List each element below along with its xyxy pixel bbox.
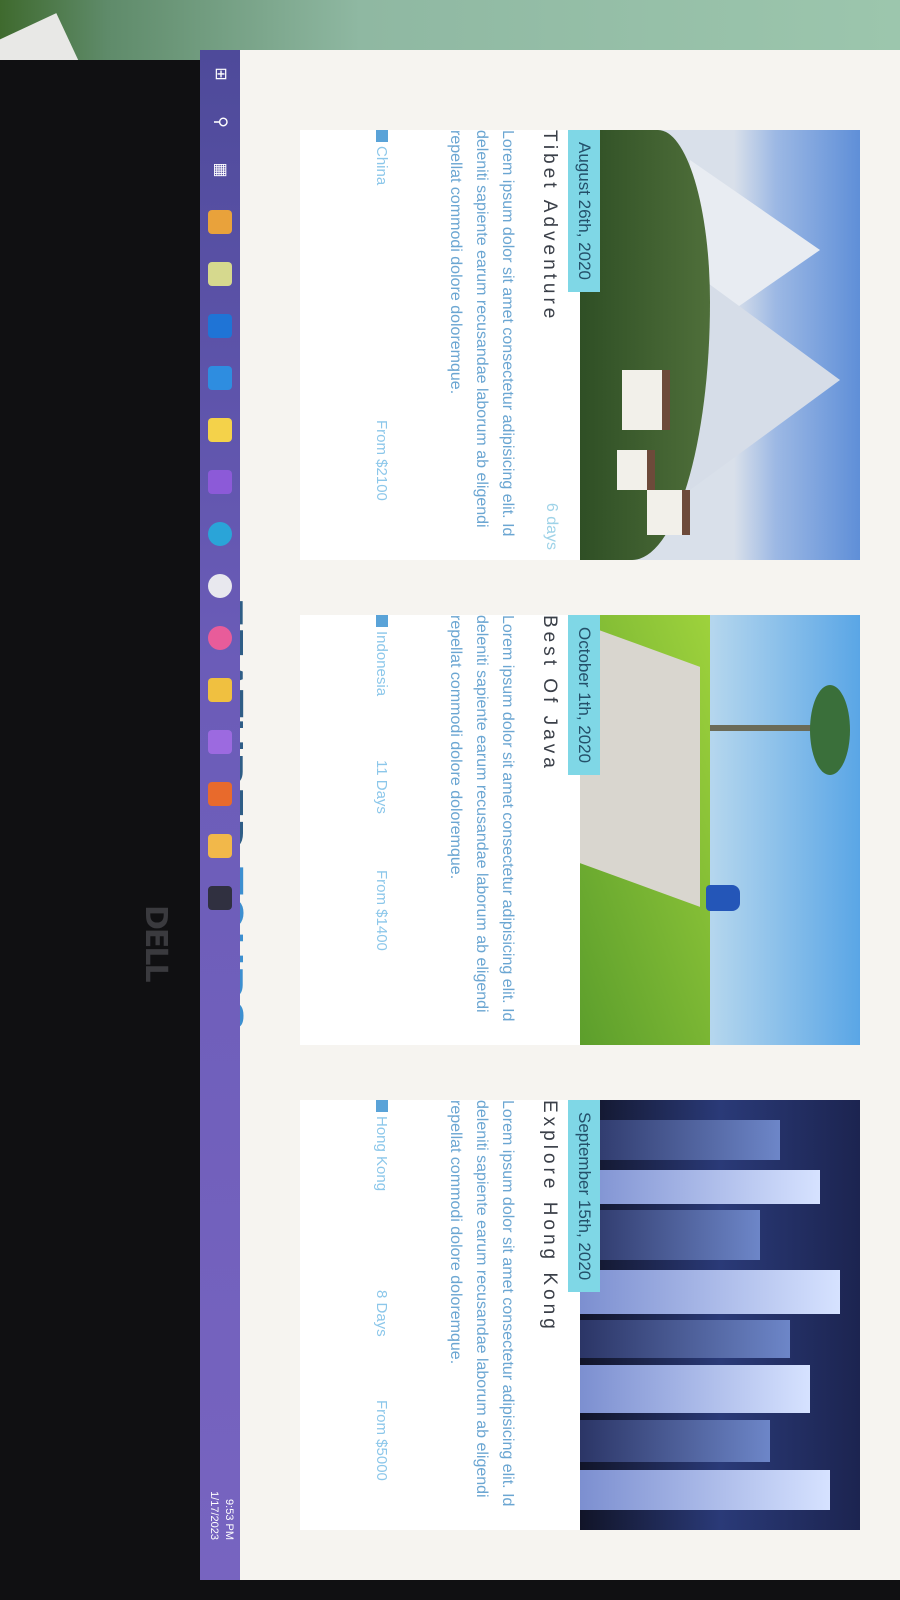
- visual-studio-code-insiders-icon[interactable]: [208, 730, 232, 754]
- tour-duration: 8 Days: [373, 1290, 390, 1337]
- office-icon[interactable]: [208, 782, 232, 806]
- tour-duration: 11 Days: [373, 760, 390, 814]
- tour-meta: China From $2100: [366, 130, 390, 550]
- tour-card-tibet[interactable]: August 26th, 2020 Tibet Adventure 6 days…: [300, 130, 860, 560]
- folder-icon[interactable]: [208, 678, 232, 702]
- tour-image-java[interactable]: [580, 615, 860, 1045]
- sticky-notes-icon[interactable]: [208, 418, 232, 442]
- tour-date-badge: September 15th, 2020: [568, 1100, 600, 1293]
- tour-description: Lorem ipsum dolor sit amet consectetur a…: [447, 130, 516, 537]
- tour-meta: Hong Kong 8 Days From $5000: [366, 1100, 390, 1520]
- tour-title[interactable]: Tibet Adventure: [538, 130, 560, 322]
- screen-content: August 26th, 2020 Tibet Adventure 6 days…: [200, 50, 900, 1580]
- person-figure: [706, 885, 740, 911]
- settings-icon[interactable]: [208, 574, 232, 598]
- tour-duration: 6 days: [543, 502, 560, 550]
- tour-country: China: [373, 130, 390, 185]
- visual-studio-icon[interactable]: [208, 470, 232, 494]
- notepad-icon[interactable]: [208, 262, 232, 286]
- terminal-icon[interactable]: [208, 886, 232, 910]
- laptop-screen: August 26th, 2020 Tibet Adventure 6 days…: [200, 50, 900, 1580]
- vscode-icon[interactable]: [208, 366, 232, 390]
- tour-title[interactable]: Explore Hong Kong: [538, 1100, 560, 1333]
- tour-title[interactable]: Best Of Java: [538, 615, 560, 772]
- tour-price: From $5000: [373, 1400, 390, 1481]
- tour-price: From $1400: [373, 870, 390, 951]
- map-icon: [376, 130, 388, 142]
- tour-cards: August 26th, 2020 Tibet Adventure 6 days…: [300, 130, 860, 1530]
- tour-description: Lorem ipsum dolor sit amet consectetur a…: [447, 615, 516, 1022]
- map-icon: [376, 615, 388, 627]
- outlook-icon[interactable]: [208, 314, 232, 338]
- map-icon: [376, 1100, 388, 1112]
- tour-date-badge: August 26th, 2020: [568, 130, 600, 293]
- tour-description: Lorem ipsum dolor sit amet consectetur a…: [447, 1100, 516, 1507]
- tour-meta: Indonesia 11 Days From $1400: [366, 615, 390, 1035]
- tour-card-java[interactable]: October 1th, 2020 Best Of Java Lorem ips…: [300, 615, 860, 1045]
- tour-country: Hong Kong: [373, 1100, 390, 1191]
- windows-icon[interactable]: ⊞: [208, 62, 232, 86]
- chrome-icon[interactable]: [208, 210, 232, 234]
- tour-country: Indonesia: [373, 615, 390, 696]
- tour-image-hong-kong[interactable]: [580, 1100, 860, 1530]
- tour-card-hong-kong[interactable]: September 15th, 2020 Explore Hong Kong L…: [300, 1100, 860, 1530]
- system-tray-clock[interactable]: 9:53 PM 1/17/2023: [206, 1491, 236, 1540]
- sticky-notes-2-icon[interactable]: [208, 834, 232, 858]
- edge-icon[interactable]: [208, 522, 232, 546]
- tour-image-tibet[interactable]: [580, 130, 860, 560]
- windows-taskbar: ⊞ ⚲ ▦ 9:53 PM 1/17/2023: [200, 50, 240, 1580]
- tray-time: 9:53 PM: [223, 1499, 235, 1540]
- search-icon[interactable]: ⚲: [208, 110, 232, 134]
- tray-date: 1/17/2023: [208, 1491, 220, 1540]
- dell-logo: DELL: [138, 905, 173, 981]
- paint-icon[interactable]: [208, 626, 232, 650]
- task-view-icon[interactable]: ▦: [208, 158, 232, 182]
- tour-date-badge: October 1th, 2020: [568, 615, 600, 776]
- tour-price: From $2100: [373, 420, 390, 501]
